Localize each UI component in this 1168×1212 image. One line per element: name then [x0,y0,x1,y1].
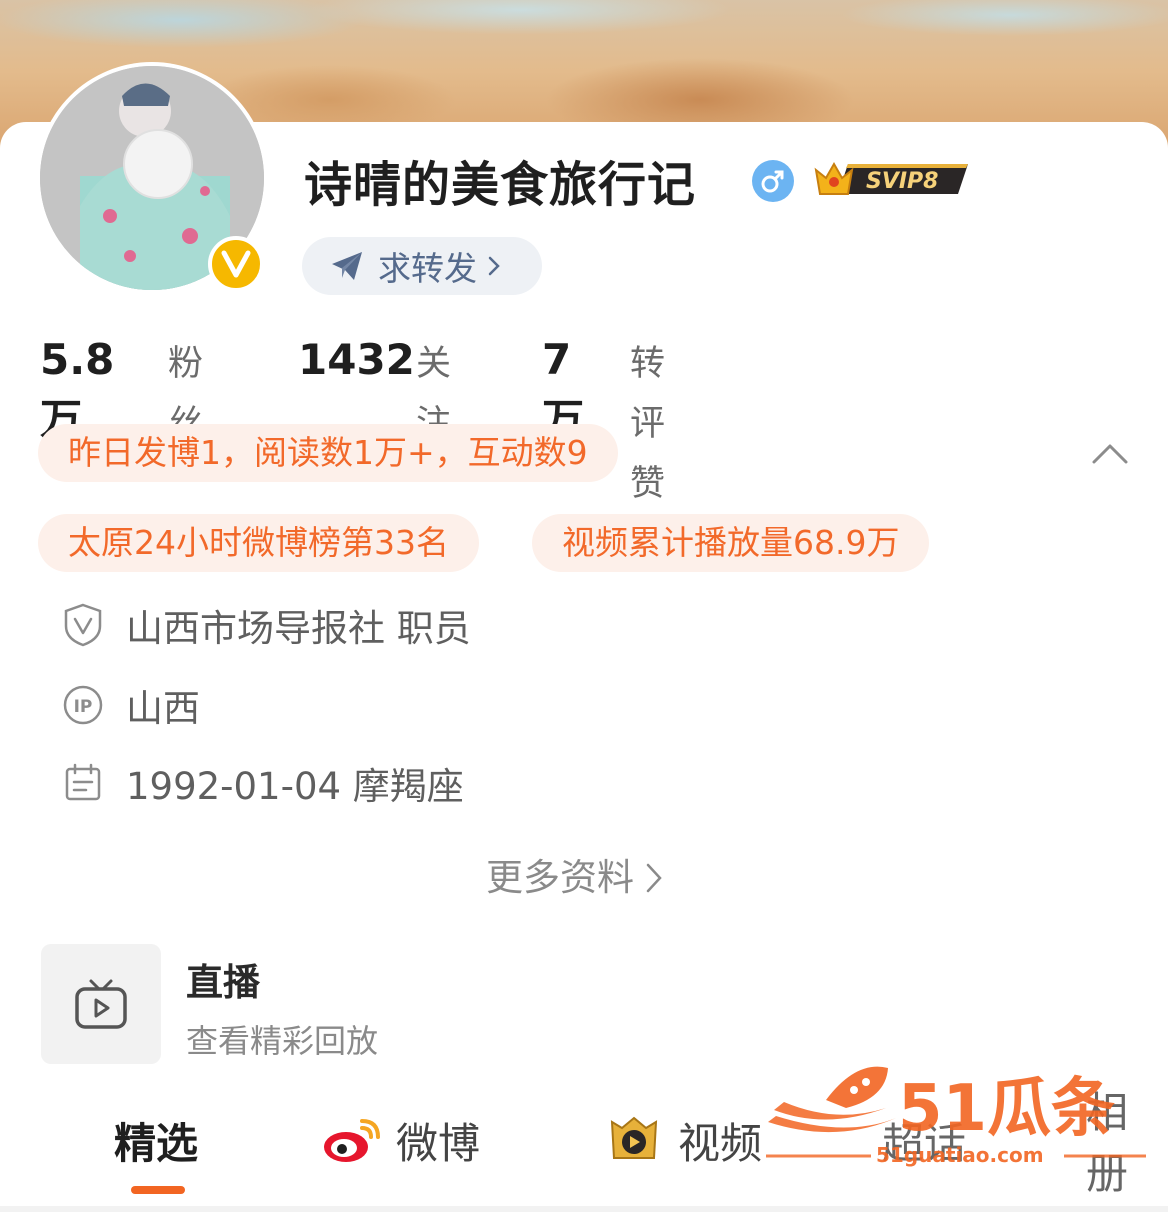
profile-name: 诗晴的美食旅行记 [304,157,697,213]
tab-video[interactable]: 视频 [604,1110,762,1170]
rank-pill[interactable]: 太原24小时微博榜第33名 [38,514,479,572]
more-info-label: 更多资料 [486,856,634,899]
watermark-logo: 51瓜条 51guatiao.com [766,1066,1146,1167]
shield-v-icon [64,603,102,647]
chevron-right-icon [646,863,662,893]
following-count[interactable]: 1432 [298,330,415,390]
live-tile[interactable] [41,944,161,1064]
forward-request-label: 求转发 [378,249,477,288]
tab-featured[interactable]: 精选 [114,1110,198,1170]
tab-featured-label: 精选 [114,1118,199,1168]
interactions-label[interactable]: 转评赞 [630,334,665,514]
yesterday-activity-pill[interactable]: 昨日发博1，阅读数1万+，互动数9 [38,424,618,482]
video-badge-icon [610,1116,658,1159]
occupation-row: 山西市场导报社 职员 [62,600,471,650]
svip-badge[interactable]: SVIP8 [808,156,972,202]
ip-location-text: 山西 [126,687,200,730]
paper-plane-icon [332,252,362,280]
occupation-text: 山西市场导报社 职员 [126,607,471,650]
tv-play-icon [75,979,127,1029]
watermark-url: 51guatiao.com [876,1143,1044,1167]
chevron-right-icon [488,256,500,276]
verified-v-icon [208,236,264,292]
ip-icon: IP [63,685,103,725]
calendar-icon [65,763,101,801]
tab-video-label: 视频 [678,1118,763,1168]
male-icon [752,160,794,202]
chevron-up-icon[interactable] [1090,440,1130,466]
live-title[interactable]: 直播 [186,952,260,1006]
birthday-text: 1992-01-04 摩羯座 [126,765,464,808]
watermark-brand: 51瓜条 [898,1072,1115,1146]
ip-location-row: IP 山西 [62,680,200,730]
bottom-divider [0,1206,1168,1212]
svg-text:IP: IP [74,697,93,717]
svip-label: SVIP8 [866,169,939,194]
weibo-logo-icon [324,1119,380,1162]
tab-weibo-label: 微博 [396,1118,481,1168]
tab-weibo[interactable]: 微博 [322,1110,480,1170]
video-plays-pill[interactable]: 视频累计播放量68.9万 [532,514,930,572]
more-info-link[interactable]: 更多资料 [486,850,664,906]
forward-request-button[interactable]: 求转发 [302,237,542,295]
live-subtitle[interactable]: 查看精彩回放 [186,1016,378,1062]
active-tab-indicator [131,1186,185,1194]
birthday-row: 1992-01-04 摩羯座 [62,758,464,808]
